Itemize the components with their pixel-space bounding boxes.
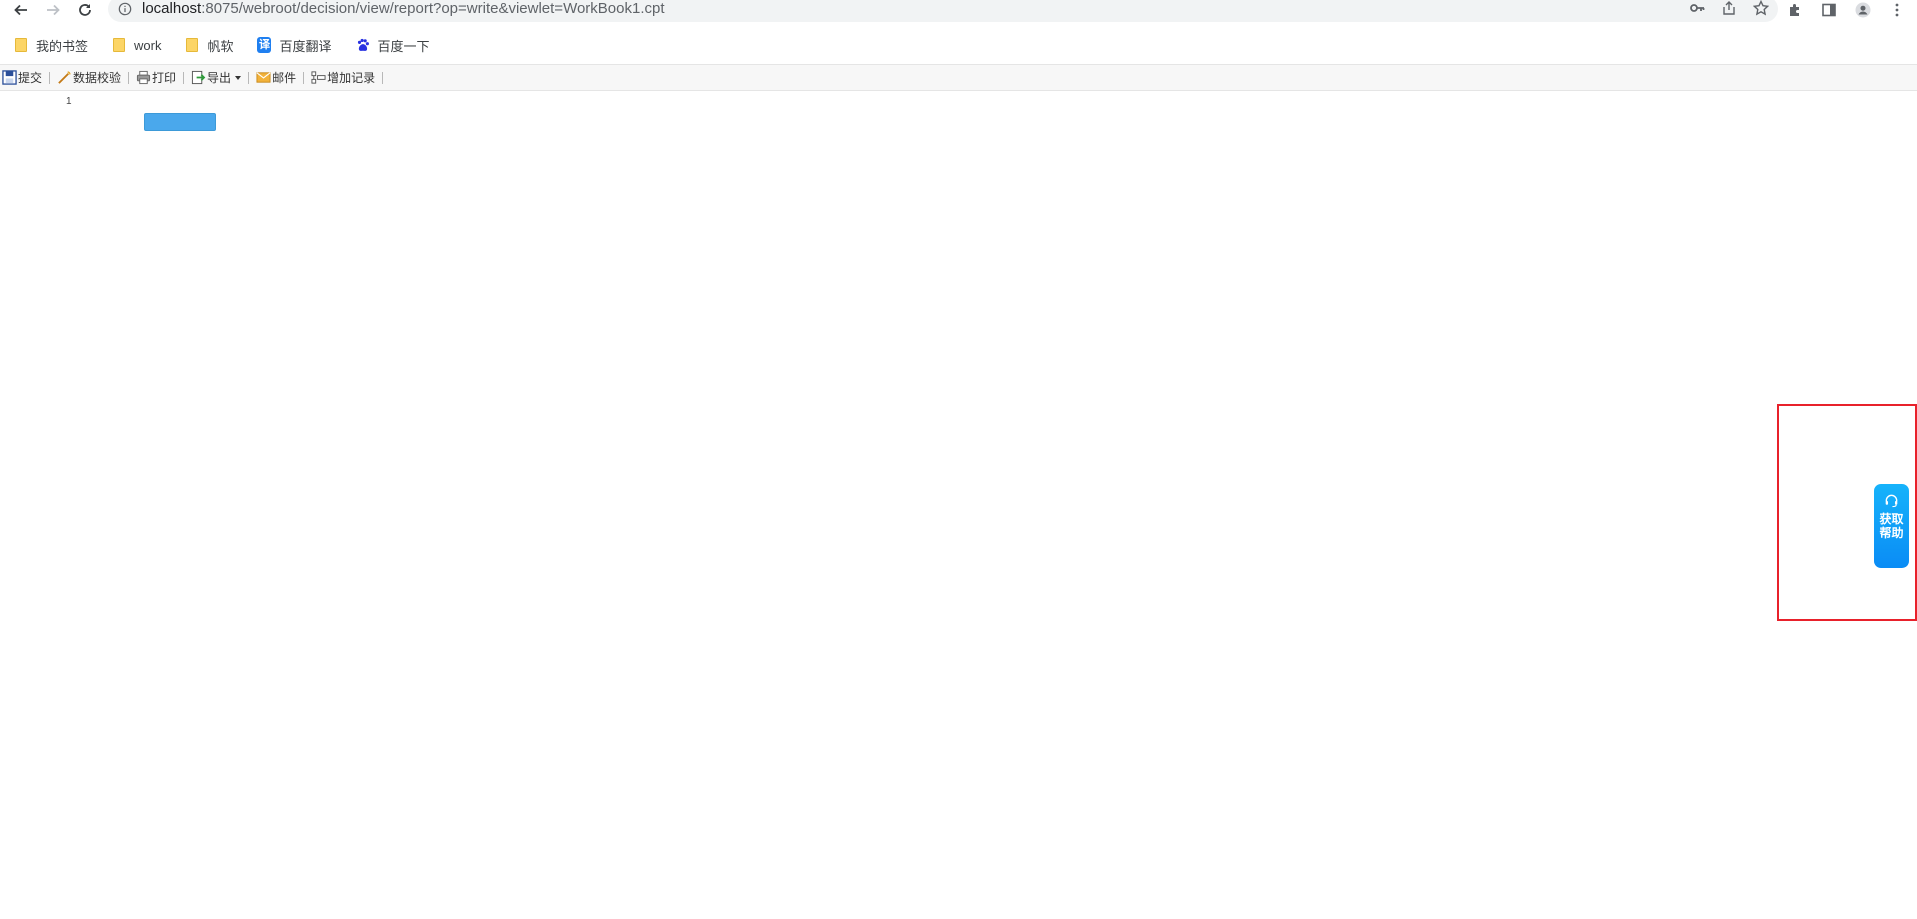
add-record-button[interactable]: 增加记录	[309, 67, 377, 89]
add-record-label: 增加记录	[327, 71, 376, 85]
share-icon[interactable]	[1720, 0, 1738, 17]
row-number: 1	[66, 96, 72, 107]
url-path: :8075/webroot/decision/view/report?op=wr…	[201, 0, 665, 17]
bookmark-label: work	[134, 37, 162, 53]
bookmark-my-bookmarks[interactable]: 我的书签	[0, 33, 98, 57]
browser-address-bar: localhost:8075/webroot/decision/view/rep…	[0, 0, 1917, 22]
folder-icon	[112, 38, 126, 52]
headset-icon	[1884, 492, 1900, 508]
get-help-label: 获取帮助	[1879, 512, 1904, 540]
toolbar-divider	[248, 71, 250, 84]
printer-icon	[135, 70, 151, 86]
submit-label: 提交	[18, 71, 43, 85]
bookmark-baidu[interactable]: 百度一下	[342, 33, 440, 57]
export-icon	[190, 70, 206, 86]
bookmark-label: 我的书签	[36, 38, 89, 54]
print-label: 打印	[152, 71, 177, 85]
back-button[interactable]	[9, 0, 33, 20]
forward-button[interactable]	[41, 0, 65, 20]
url-field[interactable]: localhost:8075/webroot/decision/view/rep…	[108, 0, 1778, 22]
mail-button[interactable]: 邮件	[254, 67, 298, 89]
baidu-icon	[356, 38, 370, 52]
key-icon[interactable]	[1688, 0, 1706, 17]
star-icon[interactable]	[1752, 0, 1770, 17]
folder-icon	[185, 38, 199, 52]
side-panel-icon[interactable]	[1819, 0, 1839, 20]
bookmark-label: 帆软	[207, 38, 234, 54]
puzzle-icon[interactable]	[1785, 0, 1805, 20]
report-toolbar: 提交 数据校验 打印 导出 邮件 增加记录	[0, 64, 1917, 91]
mail-icon	[255, 70, 271, 86]
info-icon[interactable]	[118, 2, 132, 16]
chevron-down-icon	[235, 75, 242, 80]
bookmarks-bar: 我的书签 work 帆软 译 百度翻译 百度一下	[0, 33, 440, 57]
validate-label: 数据校验	[73, 71, 122, 85]
bookmark-work[interactable]: work	[98, 33, 171, 57]
mail-label: 邮件	[272, 71, 297, 85]
export-button[interactable]: 导出	[189, 67, 243, 89]
url-host: localhost	[142, 0, 202, 17]
print-button[interactable]: 打印	[134, 67, 178, 89]
bookmark-label: 百度一下	[377, 38, 430, 54]
add-record-icon	[310, 70, 326, 86]
translate-icon: 译	[257, 37, 272, 53]
toolbar-divider	[49, 71, 51, 84]
arrow-left-icon	[14, 4, 27, 16]
folder-icon	[14, 38, 28, 52]
toolbar-divider	[382, 71, 384, 84]
toolbar-divider	[183, 71, 185, 84]
toolbar-divider	[303, 71, 305, 84]
report-cell-button[interactable]	[144, 113, 216, 131]
magic-wand-icon	[56, 70, 72, 86]
validate-button[interactable]: 数据校验	[55, 67, 123, 89]
reload-button[interactable]	[73, 0, 97, 20]
reload-icon	[79, 4, 91, 16]
kebab-menu-icon[interactable]	[1887, 0, 1907, 20]
submit-button[interactable]: 提交	[0, 67, 44, 89]
bookmark-fanruan[interactable]: 帆软	[171, 33, 243, 57]
get-help-button[interactable]: 获取帮助	[1874, 484, 1909, 568]
arrow-right-icon	[47, 4, 60, 16]
bookmark-label: 百度翻译	[279, 38, 332, 54]
bookmark-baidu-translate[interactable]: 译 百度翻译	[243, 33, 341, 57]
save-icon	[1, 70, 17, 86]
url-text[interactable]: localhost:8075/webroot/decision/view/rep…	[142, 0, 665, 18]
profile-icon[interactable]	[1853, 0, 1873, 20]
toolbar-divider	[128, 71, 130, 84]
export-label: 导出	[207, 71, 232, 85]
